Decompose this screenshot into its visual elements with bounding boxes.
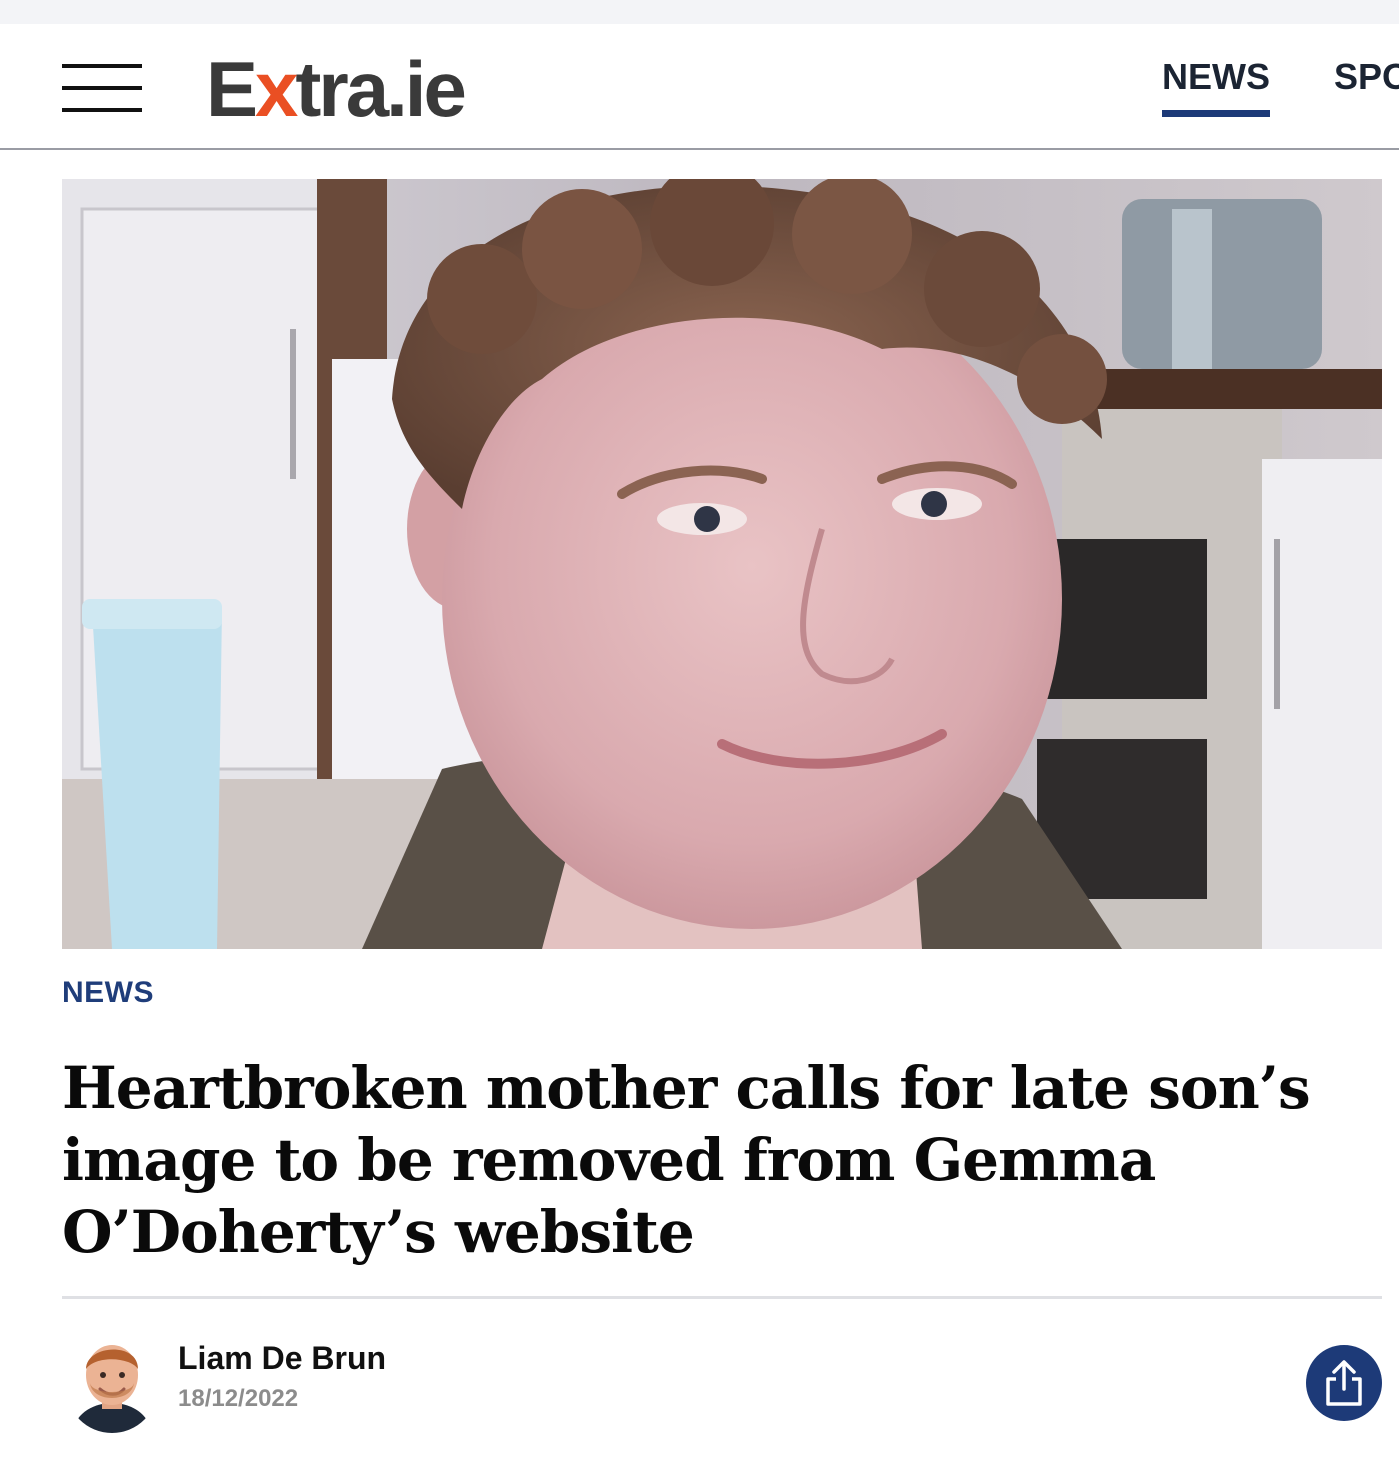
site-header: Ex tra.ie NEWS SPO xyxy=(0,24,1399,150)
author-name[interactable]: Liam De Brun xyxy=(178,1340,386,1377)
share-button[interactable] xyxy=(1306,1345,1382,1421)
share-icon xyxy=(1326,1360,1362,1406)
article-category[interactable]: NEWS xyxy=(62,976,154,1010)
menu-icon[interactable] xyxy=(62,64,142,112)
logo-text-rest: tra.ie xyxy=(295,45,466,133)
publish-date: 18/12/2022 xyxy=(178,1385,299,1412)
main-nav: NEWS SPO xyxy=(1162,56,1399,117)
nav-item-news[interactable]: NEWS xyxy=(1162,56,1270,117)
top-strip xyxy=(0,0,1399,24)
logo-letter-x: x xyxy=(255,45,298,133)
avatar[interactable] xyxy=(66,1333,158,1433)
logo-letter-e: E xyxy=(206,45,258,133)
article-headline: Heartbroken mother calls for late son’s … xyxy=(62,1054,1311,1266)
nav-item-sport[interactable]: SPO xyxy=(1334,56,1399,117)
site-logo[interactable]: Ex tra.ie xyxy=(206,45,467,133)
hero-image xyxy=(62,179,1382,949)
divider xyxy=(62,1296,1382,1299)
